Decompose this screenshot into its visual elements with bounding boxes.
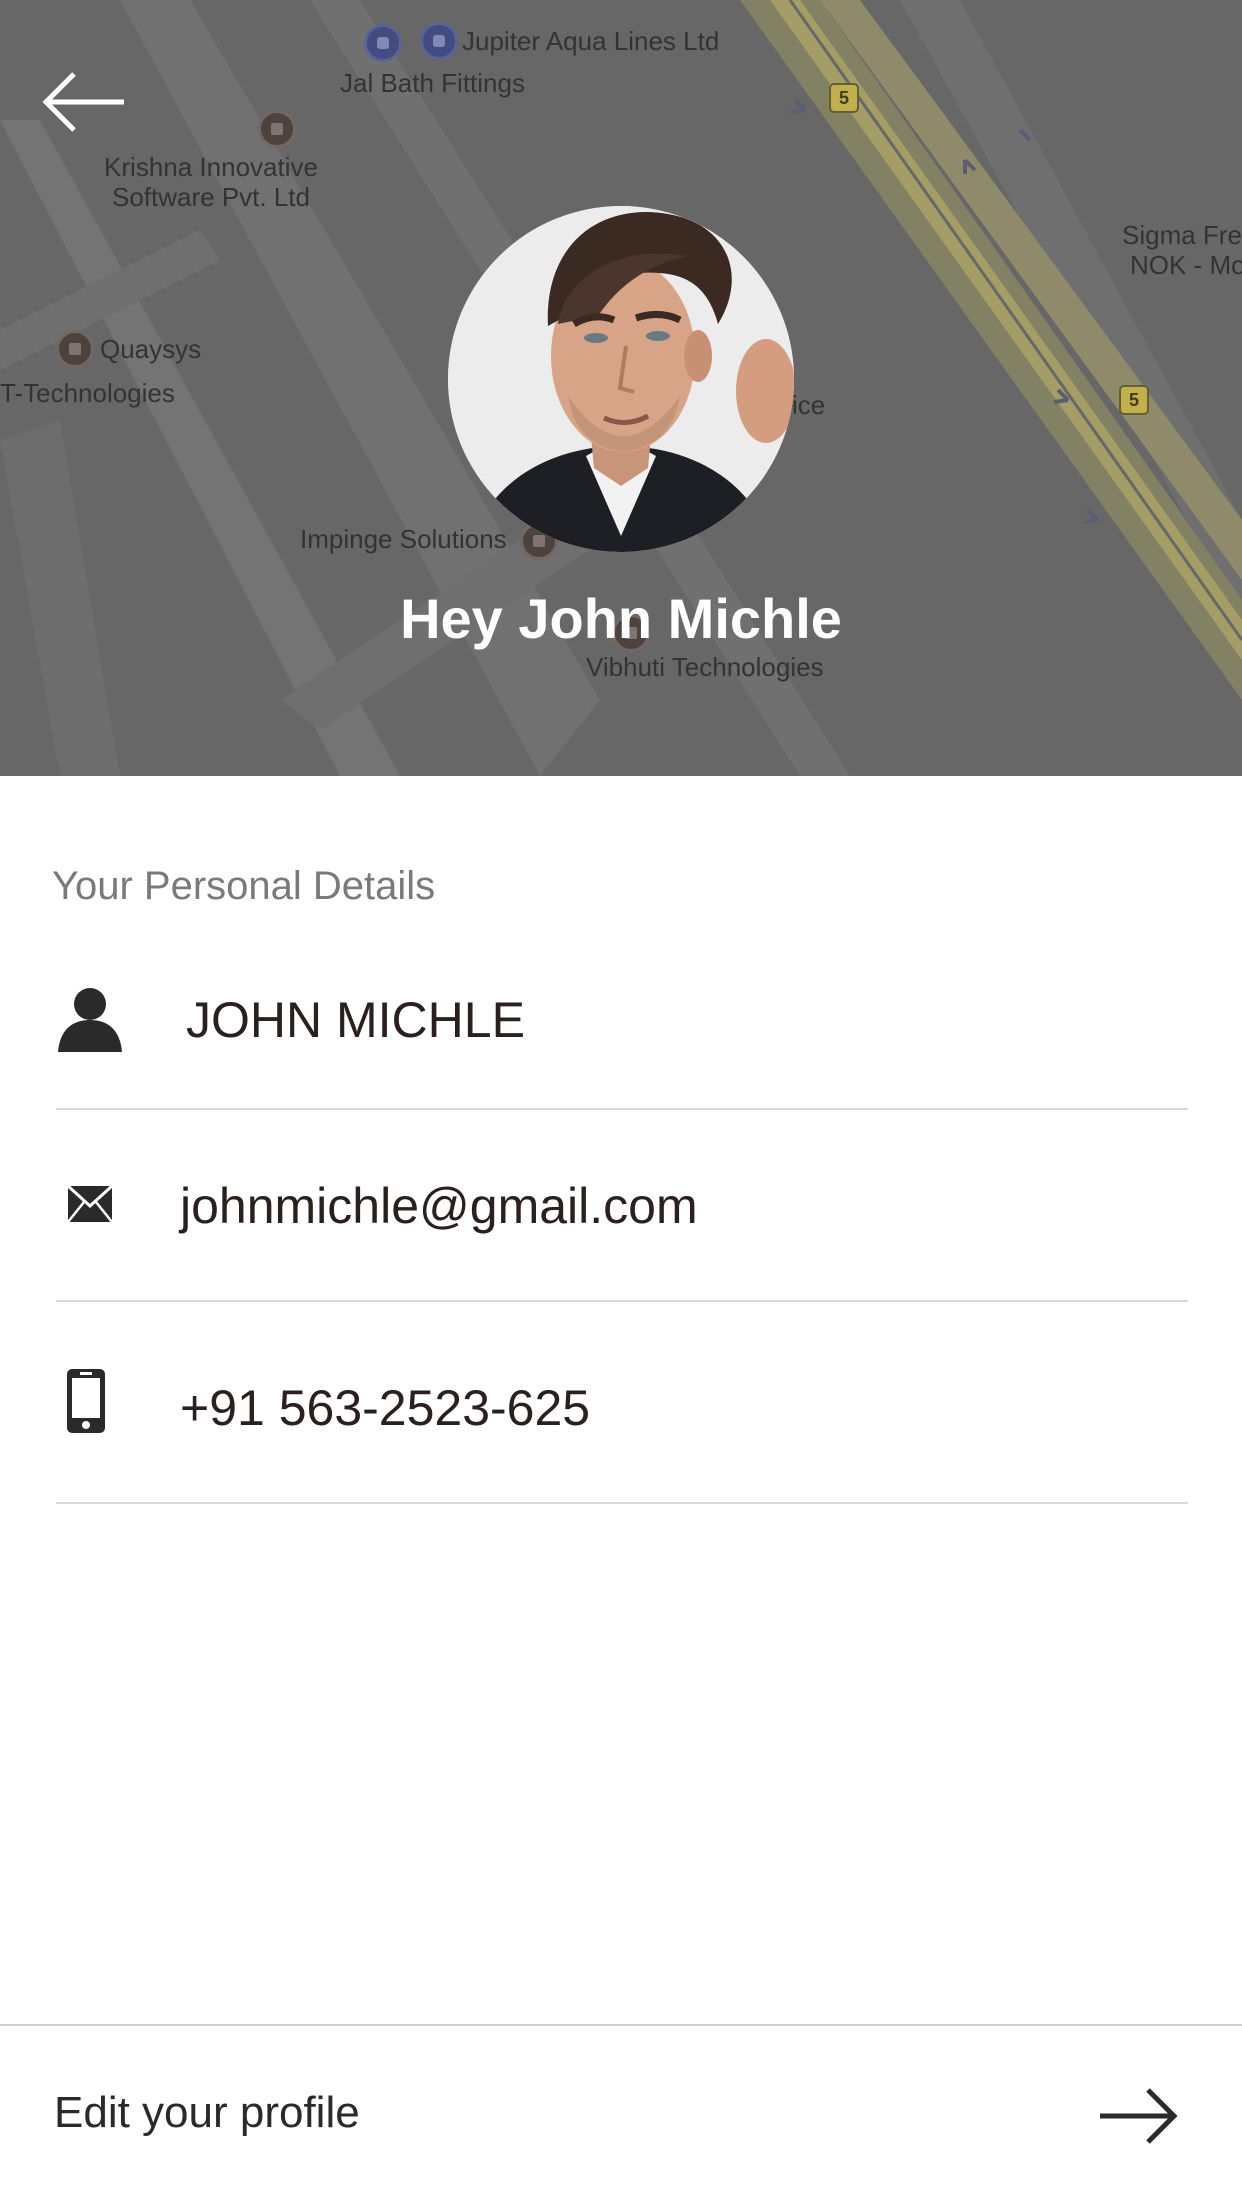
profile-header: 5 5 Jupiter Aqua Lines Ltd Jal Bath Fitt… bbox=[0, 0, 1242, 776]
edit-profile-label: Edit your profile bbox=[54, 2088, 360, 2137]
profile-photo bbox=[448, 206, 794, 552]
arrow-right-icon bbox=[1096, 2086, 1180, 2146]
avatar[interactable] bbox=[448, 206, 794, 552]
envelope-icon bbox=[66, 1184, 114, 1229]
email-value: johnmichle@gmail.com bbox=[180, 1178, 698, 1234]
phone-value: +91 563-2523-625 bbox=[180, 1380, 591, 1436]
edit-profile-button[interactable]: Edit your profile bbox=[0, 2024, 1242, 2208]
person-icon bbox=[56, 986, 124, 1059]
section-title: Your Personal Details bbox=[52, 864, 436, 908]
greeting-title: Hey John Michle bbox=[400, 587, 842, 650]
name-row[interactable]: JOHN MICHLE bbox=[56, 944, 1188, 1110]
phone-row[interactable]: +91 563-2523-625 bbox=[56, 1302, 1188, 1504]
email-row[interactable]: johnmichle@gmail.com bbox=[56, 1110, 1188, 1302]
back-button[interactable] bbox=[40, 66, 130, 138]
mobile-phone-icon bbox=[66, 1368, 106, 1439]
name-value: JOHN MICHLE bbox=[186, 992, 525, 1048]
arrow-left-icon bbox=[42, 72, 124, 132]
